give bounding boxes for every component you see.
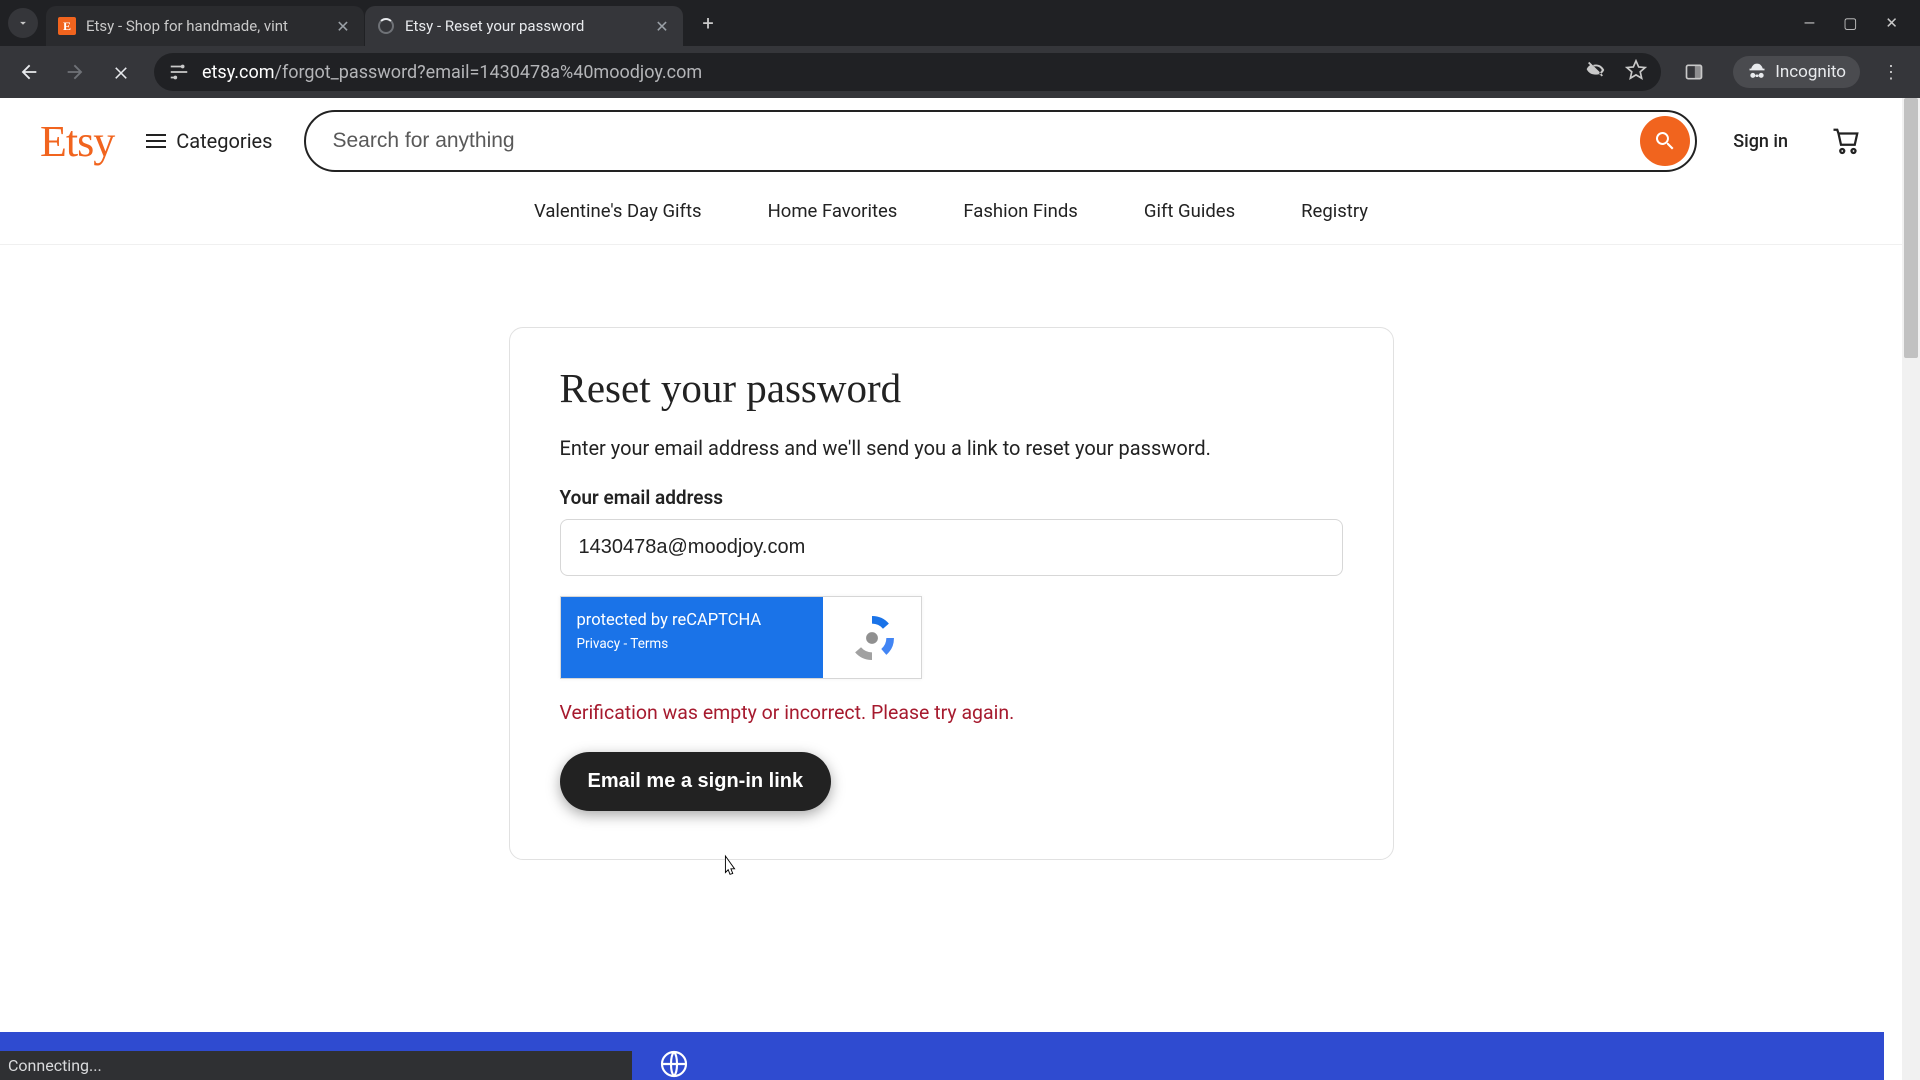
nav-item[interactable]: Home Favorites [764,194,902,228]
maximize-icon[interactable]: ▢ [1843,14,1857,32]
search-bar [304,110,1697,172]
sign-in-link[interactable]: Sign in [1719,121,1802,162]
tab-title: Etsy - Reset your password [405,17,643,35]
categories-label: Categories [176,129,272,153]
globe-icon [658,1048,690,1080]
category-nav: Valentine's Day Gifts Home Favorites Fas… [0,184,1902,245]
window-controls: — ▢ ✕ [1782,0,1920,46]
nav-item[interactable]: Registry [1297,194,1372,228]
hamburger-icon [146,130,166,152]
browser-toolbar: etsy.com/forgot_password?email=1430478a%… [0,46,1920,98]
cart-icon [1831,126,1861,156]
instruction-text: Enter your email address and we'll send … [560,436,1343,460]
minimize-icon[interactable]: — [1804,14,1816,32]
incognito-label: Incognito [1775,62,1846,82]
browser-tab[interactable]: E Etsy - Shop for handmade, vint ✕ [46,6,364,46]
close-window-icon[interactable]: ✕ [1885,14,1898,32]
side-panel-icon[interactable] [1675,53,1713,91]
recaptcha-logo-icon [823,597,921,678]
nav-item[interactable]: Valentine's Day Gifts [530,194,706,228]
site-header: Etsy Categories Sign in [0,98,1902,184]
close-icon[interactable]: ✕ [334,17,352,36]
recaptcha-badge: protected by reCAPTCHA Privacy - Terms [560,596,922,679]
bookmark-star-icon[interactable] [1625,59,1647,86]
reset-password-card: Reset your password Enter your email add… [509,327,1394,860]
search-input[interactable] [332,129,1630,153]
site-settings-icon[interactable] [168,61,190,83]
address-bar[interactable]: etsy.com/forgot_password?email=1430478a%… [154,53,1661,91]
cart-button[interactable] [1824,119,1868,163]
email-field[interactable] [560,519,1343,576]
tab-search-dropdown[interactable] [8,8,38,38]
loading-favicon-icon [377,17,395,35]
forward-button[interactable] [56,53,94,91]
url-text: etsy.com/forgot_password?email=1430478a%… [202,62,1573,83]
email-signin-link-button[interactable]: Email me a sign-in link [560,752,832,811]
categories-button[interactable]: Categories [136,121,282,161]
new-tab-button[interactable]: + [692,7,724,39]
browser-status-bar: Connecting... [0,1051,632,1080]
scrollbar-track[interactable] [1902,98,1920,1080]
incognito-indicator[interactable]: Incognito [1733,56,1860,88]
page-title: Reset your password [560,364,1343,412]
etsy-logo[interactable]: Etsy [40,116,114,167]
nav-item[interactable]: Gift Guides [1140,194,1239,228]
search-icon [1653,129,1677,153]
email-label: Your email address [560,486,1343,509]
nav-item[interactable]: Fashion Finds [959,194,1082,228]
browser-tab-bar: E Etsy - Shop for handmade, vint ✕ Etsy … [0,0,1920,46]
incognito-icon [1747,62,1767,82]
page-viewport: Etsy Categories Sign in Valentine's Day … [0,98,1920,1080]
browser-menu-button[interactable]: ⋮ [1872,53,1910,91]
recaptcha-text: protected by reCAPTCHA [577,611,807,630]
tab-title: Etsy - Shop for handmade, vint [86,17,324,35]
close-icon[interactable]: ✕ [653,17,671,36]
back-button[interactable] [10,53,48,91]
eye-off-icon[interactable] [1585,59,1607,86]
scrollbar-thumb[interactable] [1904,98,1918,358]
recaptcha-privacy-link[interactable]: Privacy [577,636,621,652]
stop-reload-button[interactable] [102,53,140,91]
error-message: Verification was empty or incorrect. Ple… [560,701,1343,724]
browser-tab-active[interactable]: Etsy - Reset your password ✕ [365,6,683,46]
search-button[interactable] [1640,116,1690,166]
etsy-favicon-icon: E [58,17,76,35]
recaptcha-terms-link[interactable]: Terms [630,636,668,652]
